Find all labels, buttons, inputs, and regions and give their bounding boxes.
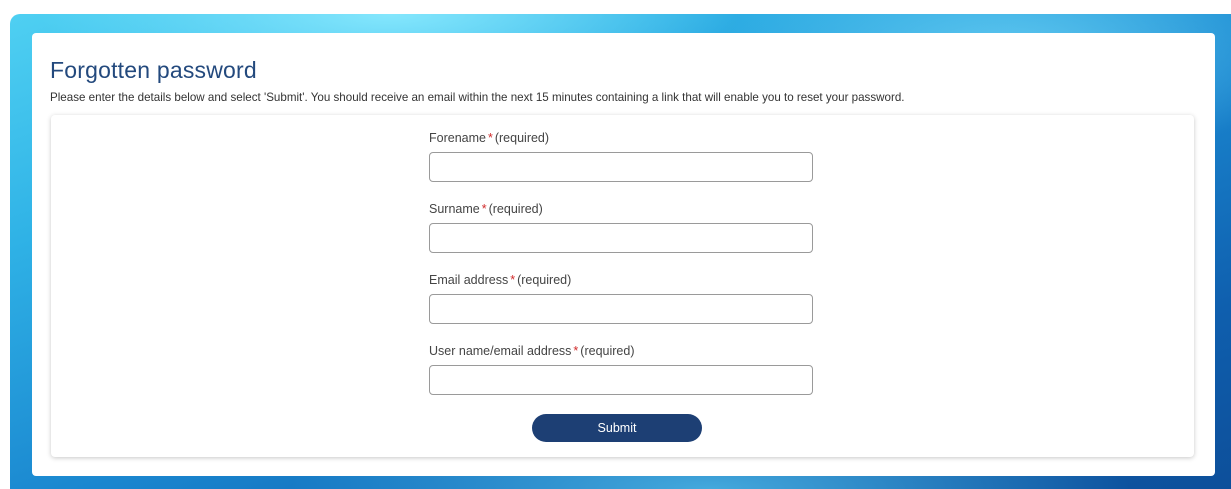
- forename-label-text: Forename: [429, 131, 486, 145]
- username-input[interactable]: [429, 365, 813, 395]
- page-background: Forgotten password Please enter the deta…: [10, 14, 1231, 489]
- required-star: *: [481, 202, 487, 216]
- page-title: Forgotten password: [50, 57, 257, 83]
- surname-input[interactable]: [429, 223, 813, 253]
- surname-label-text: Surname: [429, 202, 480, 216]
- username-field-group: User name/email address * (required): [429, 342, 815, 395]
- surname-field-group: Surname * (required): [429, 200, 815, 253]
- form-card: Forename * (required) Surname * (required) E…: [51, 115, 1194, 457]
- required-star: *: [573, 344, 579, 358]
- username-label: User name/email address * (required): [429, 342, 815, 360]
- content-panel: Forgotten password Please enter the deta…: [32, 33, 1215, 476]
- email-field-group: Email address * (required): [429, 271, 815, 324]
- required-text: (required): [580, 344, 635, 358]
- email-label: Email address * (required): [429, 271, 815, 289]
- required-star: *: [487, 131, 493, 145]
- forename-input[interactable]: [429, 152, 813, 182]
- required-text: (required): [488, 202, 543, 216]
- intro-text: Please enter the details below and selec…: [50, 91, 905, 104]
- required-star: *: [510, 273, 516, 287]
- surname-label: Surname * (required): [429, 200, 815, 218]
- email-label-text: Email address: [429, 273, 509, 287]
- forename-label: Forename * (required): [429, 129, 815, 147]
- forename-field-group: Forename * (required): [429, 129, 815, 182]
- required-text: (required): [517, 273, 572, 287]
- username-label-text: User name/email address: [429, 344, 572, 358]
- required-text: (required): [494, 131, 550, 145]
- email-input[interactable]: [429, 294, 813, 324]
- submit-button[interactable]: Submit: [532, 414, 702, 442]
